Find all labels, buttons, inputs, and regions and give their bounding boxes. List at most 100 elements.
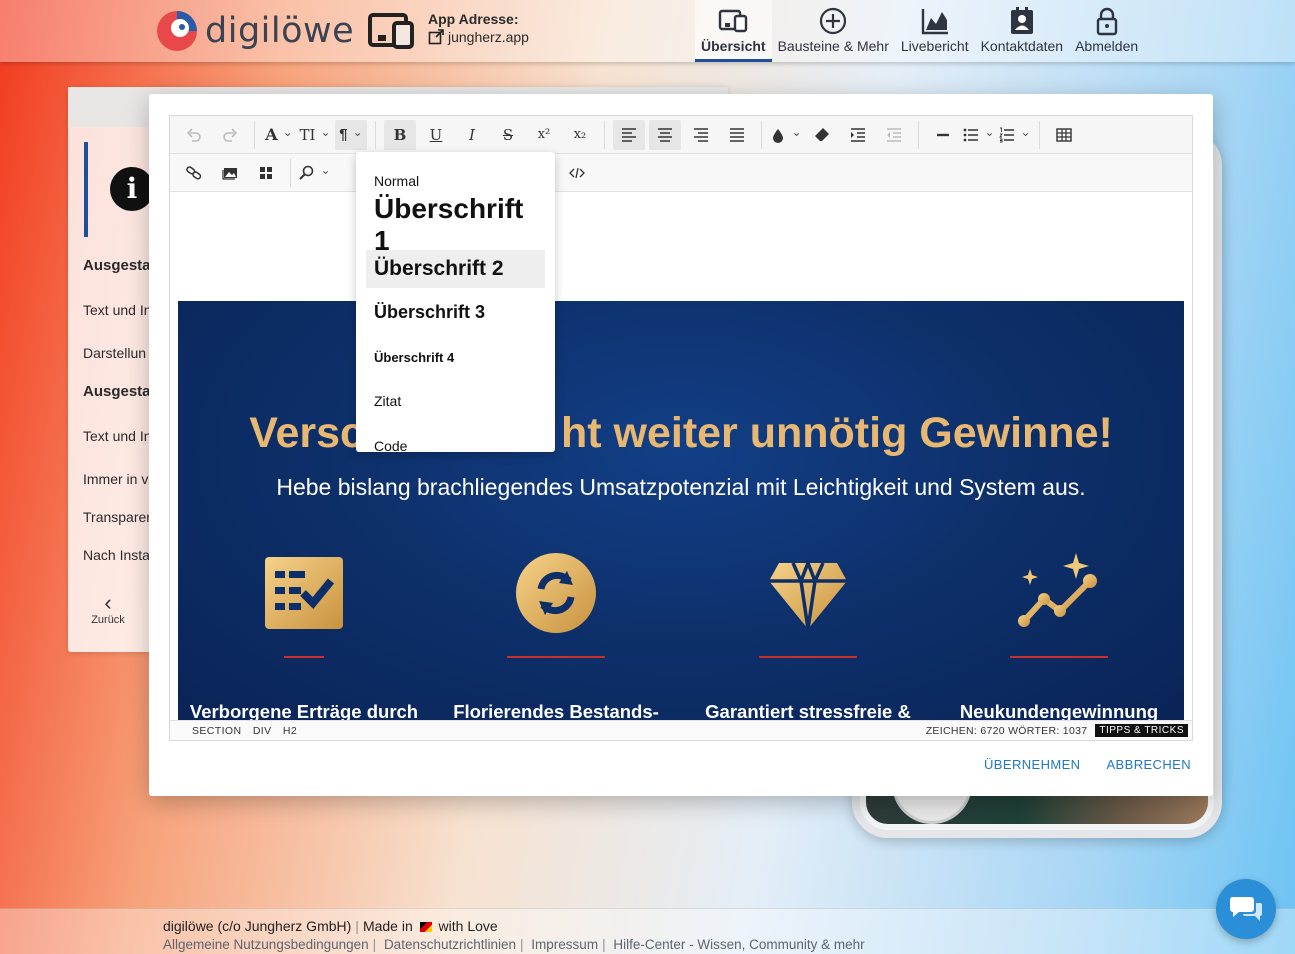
sidebar-item[interactable]: Transparen bbox=[83, 509, 154, 525]
nav-livebericht[interactable]: Livebericht bbox=[895, 0, 975, 62]
superscript-button[interactable]: x² bbox=[528, 120, 560, 150]
format-option-h3[interactable]: Überschrift 3 bbox=[366, 296, 545, 328]
footer-link-help[interactable]: Hilfe-Center - Wissen, Community & mehr bbox=[613, 937, 864, 952]
sidebar-item[interactable]: Nach Insta bbox=[83, 547, 150, 563]
italic-button[interactable]: I bbox=[456, 120, 488, 150]
bullet-list-dropdown[interactable] bbox=[963, 120, 995, 150]
format-option-quote[interactable]: Zitat bbox=[366, 386, 545, 416]
separator bbox=[290, 158, 291, 187]
app-address-link[interactable]: jungherz.app bbox=[428, 29, 529, 45]
sidebar-item[interactable]: Ausgestal bbox=[83, 383, 155, 400]
align-right-icon bbox=[694, 127, 708, 142]
indent-button[interactable] bbox=[842, 120, 874, 150]
align-center-icon bbox=[658, 127, 672, 142]
feature-card[interactable]: Neukundengewinnung systematisieren, stat… bbox=[939, 551, 1179, 720]
redo-icon bbox=[223, 127, 238, 142]
refresh-coin-icon bbox=[516, 553, 596, 633]
horizontal-line-button[interactable] bbox=[927, 120, 959, 150]
app-address-label: App Adresse: bbox=[428, 11, 519, 27]
rich-text-editor: A TI ¶ B U I S x² x₂ bbox=[169, 115, 1193, 741]
indent-icon bbox=[851, 127, 865, 142]
hero-section[interactable]: Versc ht weiter unnötig Gewinne! Hebe bis… bbox=[178, 301, 1184, 720]
subscript-button[interactable]: x₂ bbox=[564, 120, 596, 150]
align-center-button[interactable] bbox=[649, 119, 681, 150]
nav-abmelden[interactable]: Abmelden bbox=[1069, 0, 1144, 62]
paragraph-format-menu: Normal Überschrift 1 Überschrift 2 Übers… bbox=[356, 152, 555, 452]
app-address: App Adresse: jungherz.app bbox=[428, 11, 529, 45]
font-size-icon: TI bbox=[299, 125, 316, 144]
align-left-button[interactable] bbox=[613, 119, 645, 150]
clear-format-button[interactable] bbox=[806, 120, 838, 150]
footer-link-privacy[interactable]: Datenschutzrichtlinien bbox=[384, 937, 516, 952]
link-button[interactable] bbox=[178, 158, 210, 188]
chevron-left-icon: ‹ bbox=[104, 590, 112, 615]
search-replace-dropdown[interactable] bbox=[299, 158, 331, 188]
sidebar-item[interactable]: Immer in v bbox=[83, 471, 148, 487]
subscript-icon: x₂ bbox=[573, 127, 587, 142]
underline-icon: U bbox=[429, 125, 443, 144]
nav-bausteine[interactable]: Bausteine & Mehr bbox=[772, 0, 895, 62]
editor-content[interactable]: Versc ht weiter unnötig Gewinne! Hebe bis… bbox=[170, 193, 1192, 720]
font-size-dropdown[interactable]: TI bbox=[299, 120, 331, 150]
feature-card[interactable]: Florierendes Bestands-kundengeschäft, da… bbox=[436, 551, 676, 720]
separator bbox=[375, 120, 376, 149]
nav-label: Livebericht bbox=[900, 38, 969, 54]
image-button[interactable] bbox=[214, 158, 246, 188]
search-icon bbox=[299, 165, 314, 180]
font-family-dropdown[interactable]: A bbox=[263, 120, 295, 150]
sidebar-item[interactable]: Text und In bbox=[83, 428, 152, 444]
table-button[interactable] bbox=[1048, 120, 1080, 150]
code-view-button[interactable] bbox=[561, 158, 593, 188]
hero-subheadline[interactable]: Hebe bislang brachliegendes Umsatzpotenz… bbox=[178, 474, 1184, 501]
numbered-list-dropdown[interactable] bbox=[999, 120, 1031, 150]
tips-tricks-button[interactable]: TIPPS & TRICKS bbox=[1095, 724, 1188, 737]
outdent-button[interactable] bbox=[878, 120, 910, 150]
underline-button[interactable]: U bbox=[420, 120, 452, 150]
path-item[interactable]: DIV bbox=[253, 725, 272, 737]
lock-icon bbox=[1096, 7, 1117, 36]
feature-card[interactable]: Verborgene Erträge durch optimale bbox=[184, 551, 424, 720]
redo-button[interactable] bbox=[214, 120, 246, 150]
element-path: SECTION DIV H2 bbox=[192, 725, 305, 737]
sidebar-item[interactable]: Ausgestal bbox=[83, 257, 155, 274]
nav-kontaktdaten[interactable]: Kontaktdaten bbox=[975, 0, 1070, 62]
logo[interactable]: digilöwe bbox=[154, 8, 354, 54]
contact-card-icon bbox=[1010, 7, 1033, 34]
chart-icon bbox=[921, 9, 948, 35]
widgets-button[interactable] bbox=[250, 158, 282, 188]
strikethrough-button[interactable]: S bbox=[492, 120, 524, 150]
feature-card[interactable]: Garantiert stressfreie & kaufkräftige Ku… bbox=[688, 551, 928, 720]
format-option-h2[interactable]: Überschrift 2 bbox=[366, 250, 545, 288]
format-option-code[interactable]: Code bbox=[366, 431, 545, 452]
format-option-h4[interactable]: Überschrift 4 bbox=[366, 342, 545, 372]
bullet-list-icon bbox=[964, 128, 979, 141]
undo-button[interactable] bbox=[178, 120, 210, 150]
separator bbox=[1039, 120, 1040, 149]
sidebar-item[interactable]: Text und In bbox=[83, 302, 152, 318]
paragraph-format-dropdown[interactable]: ¶ bbox=[335, 119, 367, 150]
back-button[interactable]: ‹ Zurück bbox=[90, 590, 126, 627]
external-link-icon bbox=[428, 29, 444, 45]
cancel-button[interactable]: ABBRECHEN bbox=[1106, 757, 1191, 772]
chat-button[interactable] bbox=[1216, 879, 1276, 939]
sidebar-item[interactable]: Darstellun bbox=[83, 345, 146, 361]
nav-uebersicht[interactable]: Übersicht bbox=[695, 0, 772, 62]
footer-link-terms[interactable]: Allgemeine Nutzungsbedingungen bbox=[163, 937, 369, 952]
path-item[interactable]: SECTION bbox=[192, 725, 241, 737]
bold-button[interactable]: B bbox=[384, 119, 416, 150]
format-option-normal[interactable]: Normal bbox=[366, 166, 545, 196]
apply-button[interactable]: ÜBERNEHMEN bbox=[984, 757, 1080, 772]
devices-icon bbox=[368, 13, 414, 49]
character-word-count: ZEICHEN: 6720 WÖRTER: 1037 bbox=[925, 724, 1088, 737]
text-color-dropdown[interactable] bbox=[770, 120, 802, 150]
devices-icon bbox=[719, 9, 748, 33]
table-icon bbox=[1056, 127, 1072, 142]
feature-title: Florierendes Bestands-kundengeschäft, da… bbox=[453, 701, 659, 720]
align-right-button[interactable] bbox=[685, 120, 717, 150]
format-option-h1[interactable]: Überschrift 1 bbox=[366, 193, 545, 256]
diamond-icon bbox=[769, 558, 847, 630]
hero-headline[interactable]: Versc ht weiter unnötig Gewinne! bbox=[178, 409, 1184, 458]
path-item[interactable]: H2 bbox=[283, 725, 297, 737]
footer-link-imprint[interactable]: Impressum bbox=[531, 937, 598, 952]
align-justify-button[interactable] bbox=[721, 120, 753, 150]
